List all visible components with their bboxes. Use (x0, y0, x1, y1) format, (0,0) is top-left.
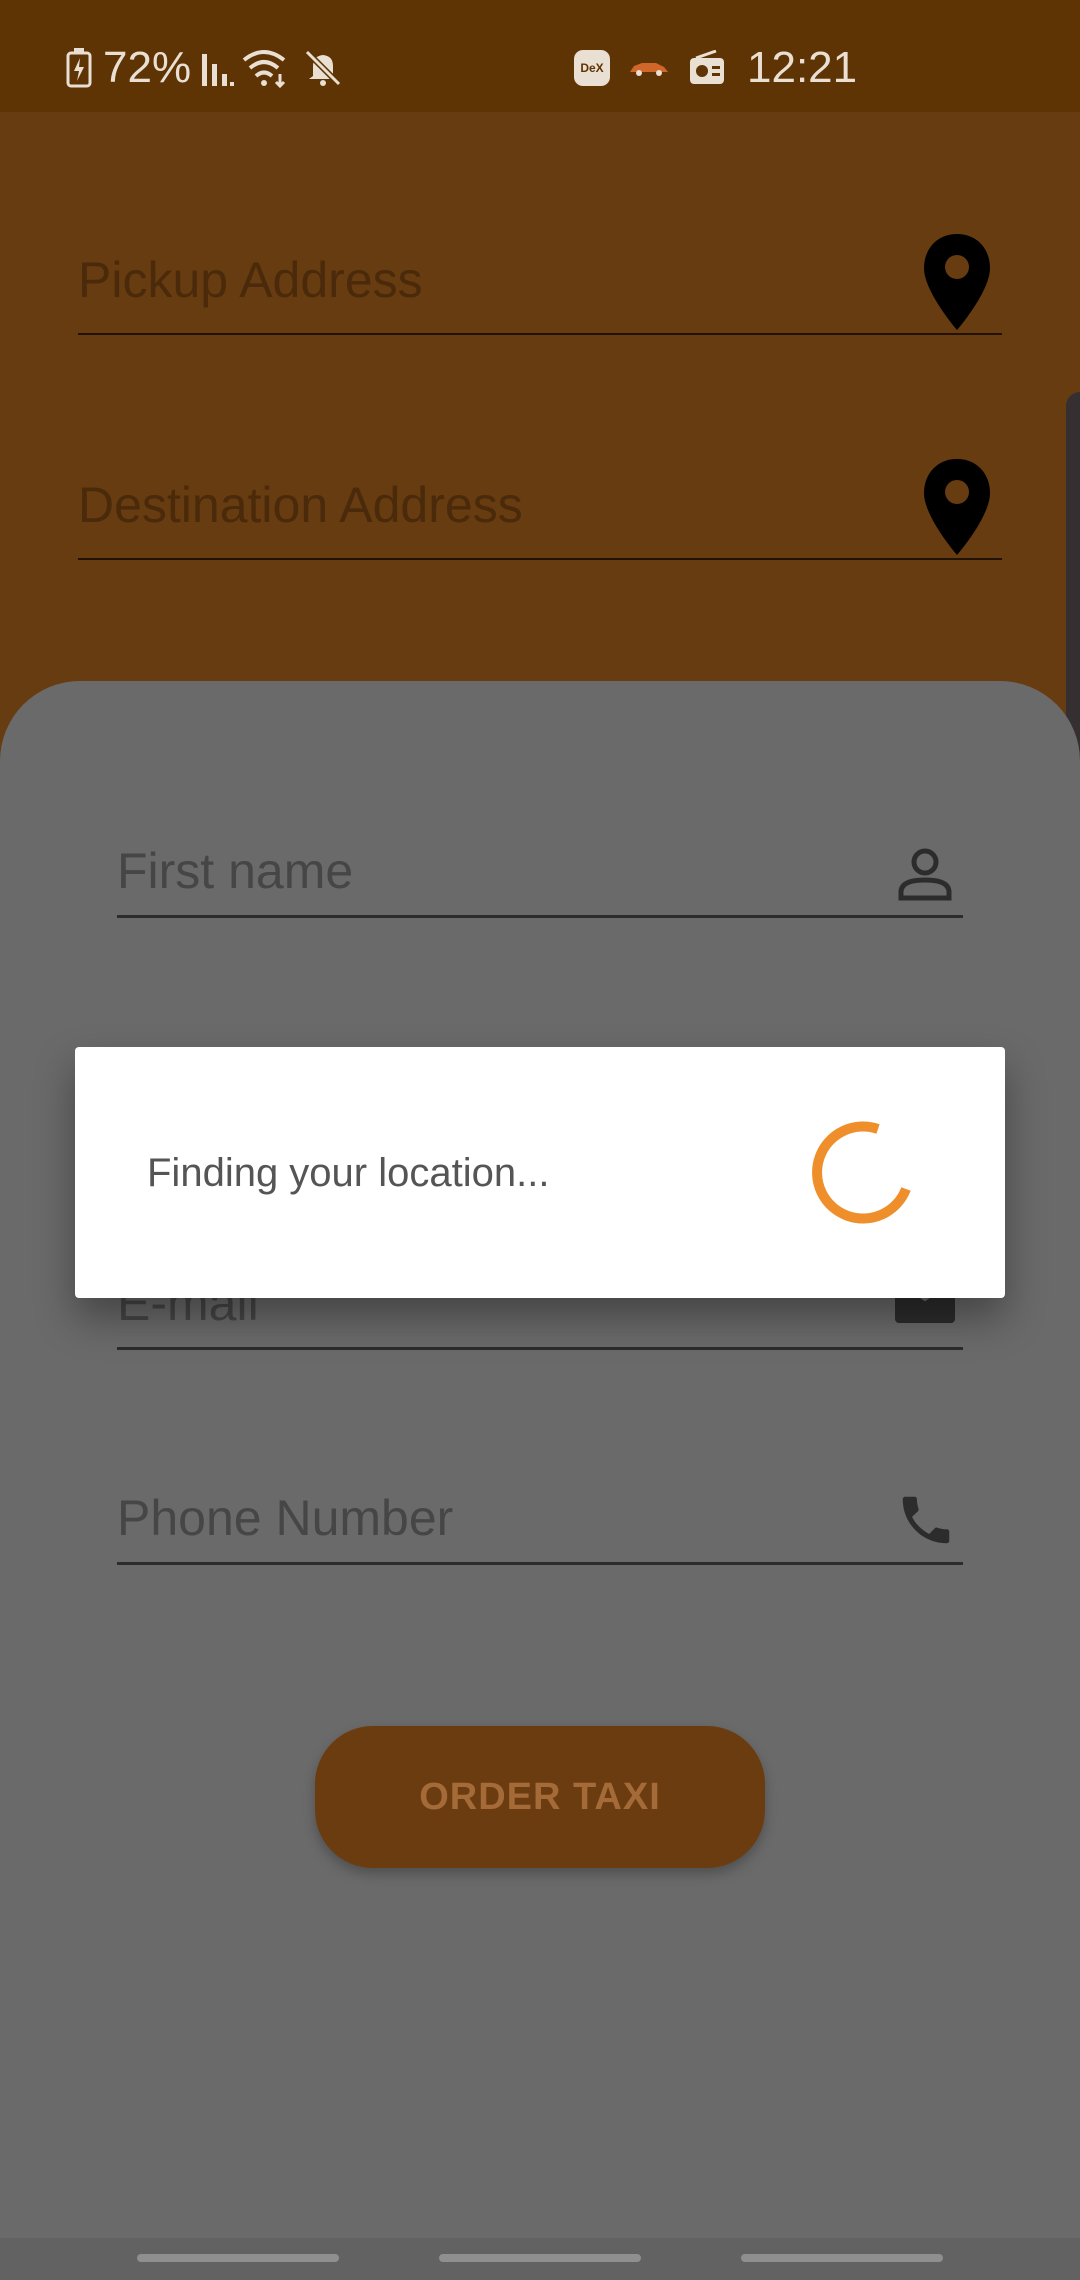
radio-icon (690, 50, 724, 84)
loading-dialog: Finding your location... (75, 1047, 1005, 1298)
car-icon (630, 63, 668, 76)
phone-number-underline (117, 1562, 963, 1565)
first-name-input[interactable]: First name (117, 841, 353, 901)
location-pin-icon[interactable] (922, 232, 992, 332)
battery-percent: 72% (103, 43, 192, 92)
location-pin-icon[interactable] (922, 457, 992, 557)
status-bar: 72% DeX 12:21 (0, 0, 1080, 112)
person-icon (898, 848, 952, 901)
nav-recents-button[interactable] (137, 2254, 339, 2262)
loading-spinner-icon (812, 1121, 911, 1224)
nav-home-button[interactable] (439, 2254, 641, 2262)
battery-charging-icon (66, 48, 92, 88)
order-form-sheet: First name E-mail Phone Number (0, 681, 1080, 2280)
wifi-icon (242, 50, 286, 88)
destination-address-underline (78, 558, 1002, 560)
signal-icon (202, 54, 234, 86)
pickup-address-input[interactable]: Pickup Address (78, 250, 423, 310)
nav-back-button[interactable] (741, 2254, 943, 2262)
mute-icon (304, 49, 342, 87)
pickup-address-underline (78, 333, 1002, 335)
phone-icon (902, 1496, 950, 1544)
clock: 12:21 (747, 43, 858, 92)
navigation-bar (0, 2238, 1080, 2280)
dex-icon: DeX (574, 50, 610, 86)
first-name-underline (117, 915, 963, 918)
dialog-message: Finding your location... (147, 1151, 550, 1195)
email-underline (117, 1347, 963, 1350)
destination-address-input[interactable]: Destination Address (78, 475, 523, 535)
order-taxi-button[interactable]: ORDER TAXI (315, 1726, 765, 1868)
phone-number-input[interactable]: Phone Number (117, 1488, 453, 1548)
